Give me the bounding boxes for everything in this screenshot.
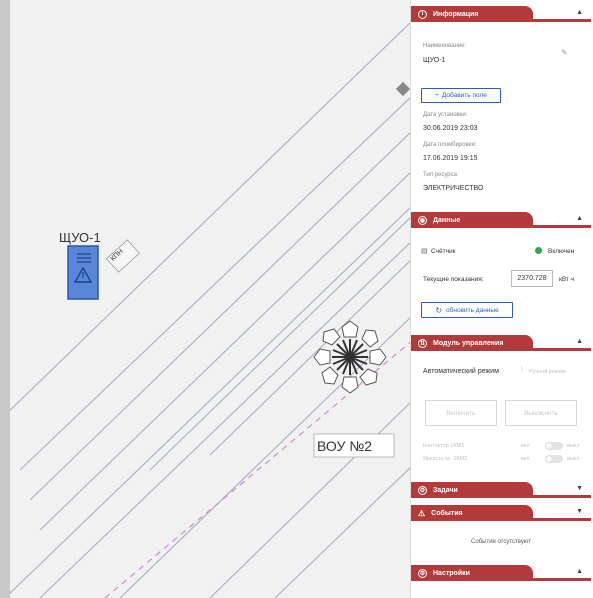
section-events-title: События — [431, 509, 463, 517]
chevron-down-icon[interactable]: ▼ — [576, 485, 583, 492]
auto-mode-tab[interactable]: Автоматический режим — [423, 368, 499, 375]
tariff-toggle[interactable] — [545, 455, 563, 463]
install-date-value: 30.06.2019 23:03 — [423, 125, 478, 132]
switch-off-button[interactable]: Выключить — [505, 400, 577, 426]
name-value: ЩУО-1 — [423, 57, 446, 64]
name-label: Наименование: — [423, 43, 467, 49]
map-canvas[interactable]: ЩУО-1 КПН ВОУ №2 — [10, 0, 413, 598]
refresh-icon: ↻ — [435, 305, 443, 315]
section-control-header[interactable]: ⇅ Модуль управления ▲ — [411, 335, 591, 351]
cable-line — [209, 399, 413, 598]
tasks-icon: ⚙ — [418, 485, 427, 495]
resource-type-label: Тип ресурса — [423, 172, 457, 178]
control-icon: ⇅ — [418, 338, 427, 348]
section-info-header[interactable]: i Информация ▲ — [411, 6, 591, 22]
events-empty-text: События отсутствуют — [471, 539, 531, 545]
section-events-header[interactable]: ⚠ События ▼ — [411, 505, 591, 521]
resource-type-value: ЭЛЕКТРИЧЕСТВО — [423, 185, 484, 192]
settings-icon: ⚙ — [418, 568, 427, 578]
section-settings-header[interactable]: ⚙ Настройки ▲ — [411, 565, 591, 581]
meter-icon: ▤ — [421, 248, 428, 255]
cable-line — [274, 464, 413, 598]
refresh-data-button[interactable]: ↻ обновить данные — [421, 302, 513, 318]
section-data-header[interactable]: ◉ Данные ▲ — [411, 212, 591, 228]
section-control-title: Модуль управления — [433, 339, 504, 347]
info-icon: i — [418, 9, 427, 19]
map-node-marker — [395, 81, 411, 97]
chevron-down-icon[interactable]: ▼ — [576, 508, 583, 515]
meter-status: Включен — [548, 248, 575, 255]
edit-pencil-icon[interactable]: ✎ — [561, 48, 568, 57]
status-dot — [535, 247, 542, 254]
data-icon: ◉ — [418, 215, 427, 225]
meter-label: Счётчик — [431, 248, 456, 255]
section-data-title: Данные — [433, 216, 461, 224]
switch-on-button[interactable]: Включить — [425, 400, 497, 426]
install-date-label: Дата установки: — [423, 112, 468, 118]
add-field-button[interactable]: + Добавить поле — [421, 88, 501, 103]
chevron-up-icon[interactable]: ▲ — [576, 568, 583, 575]
left-edge-bar — [0, 0, 10, 598]
reading-label: Текущие показания: — [423, 276, 484, 283]
manual-mode-tab[interactable]: Ручной режим — [529, 369, 566, 375]
section-info-title: Информация — [433, 10, 479, 18]
tariff-label: Яркость гр. 1КМ2 — [423, 456, 468, 462]
contactor-toggle[interactable] — [545, 442, 563, 450]
section-tasks-header[interactable]: ⚙ Задачи ▼ — [411, 482, 591, 498]
chevron-up-icon[interactable]: ▲ — [576, 215, 583, 222]
vou-symbol[interactable] — [313, 320, 387, 394]
section-tasks-title: Задачи — [433, 486, 458, 494]
section-settings-title: Настройки — [433, 569, 470, 577]
properties-panel: i Информация ▲ Наименование: ЩУО-1 ✎ + Доб… — [410, 0, 593, 598]
contactor-label: Контактор 1КМ1 — [423, 443, 465, 449]
seal-date-value: 17.06.2019 19:15 — [423, 155, 478, 162]
vou-label: ВОУ №2 — [317, 438, 373, 454]
shuo-label: ЩУО-1 — [59, 230, 101, 245]
reading-value: 2370.728 — [511, 270, 553, 287]
chevron-up-icon[interactable]: ▲ — [576, 9, 583, 16]
seal-date-label: Дата пломбировки: — [423, 142, 477, 148]
map-lines — [10, 19, 413, 598]
reading-unit: кВт·ч — [559, 276, 575, 283]
chevron-up-icon[interactable]: ▲ — [576, 338, 583, 345]
alert-icon: ⚠ — [418, 508, 426, 518]
